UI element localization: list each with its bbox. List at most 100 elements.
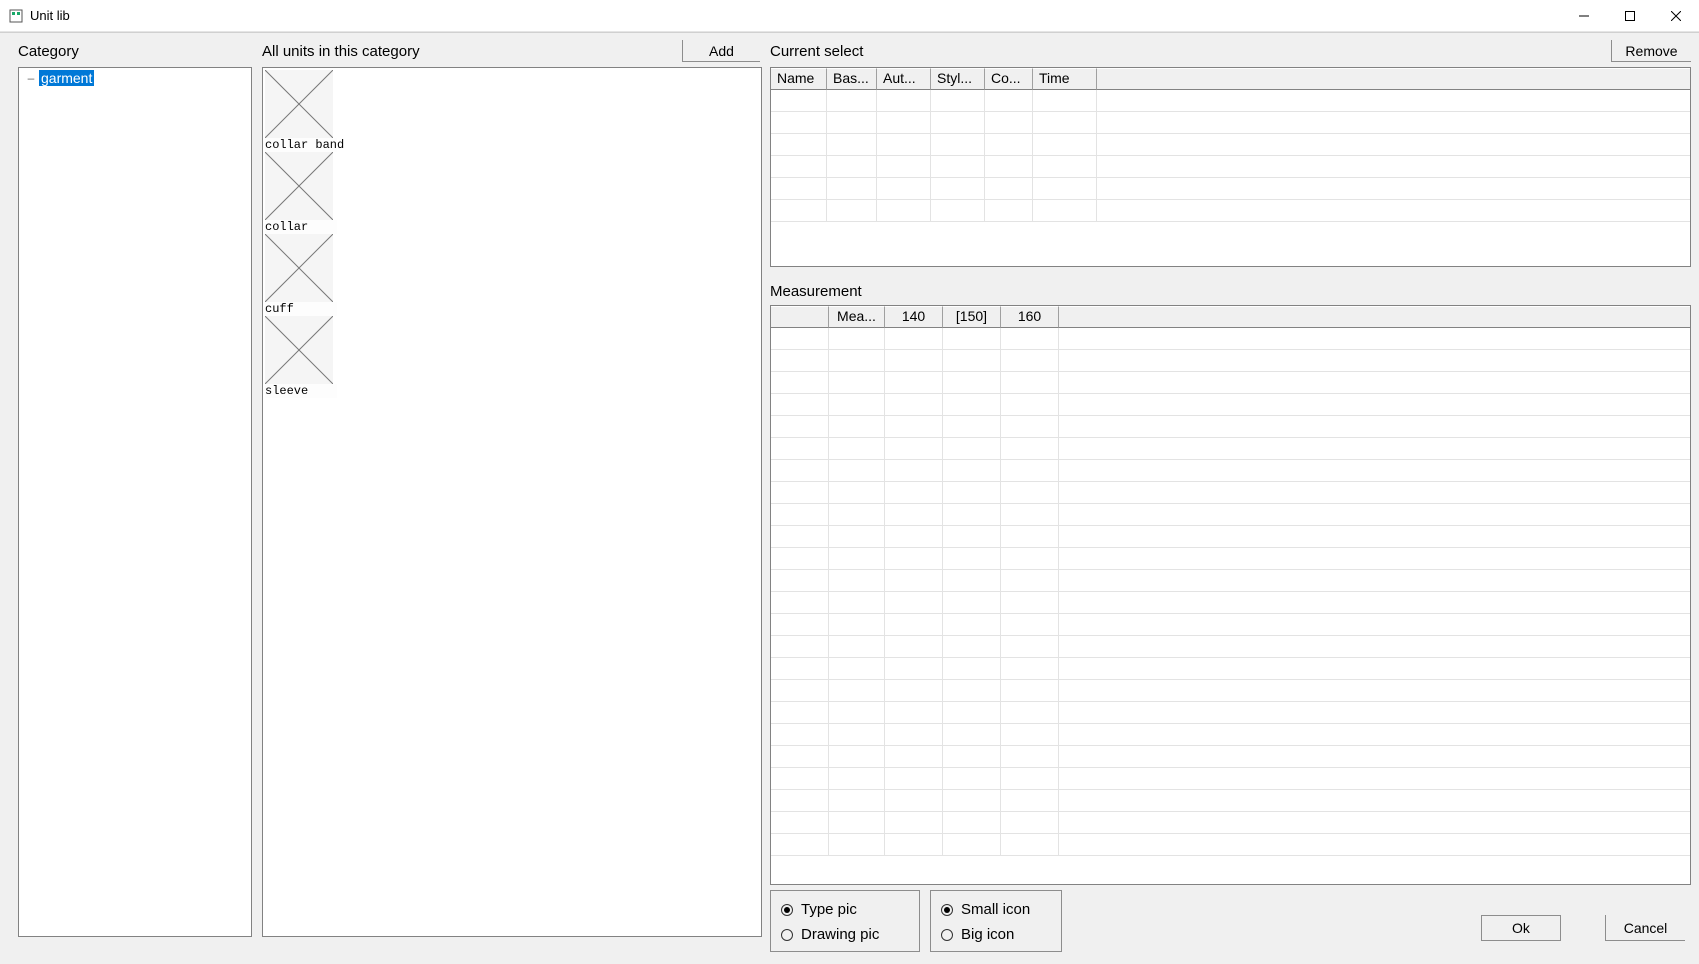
- table-row[interactable]: [771, 178, 1690, 200]
- table-row[interactable]: [771, 614, 1690, 636]
- table-cell: [1001, 350, 1059, 371]
- table-cell: [985, 90, 1033, 111]
- table-row[interactable]: [771, 548, 1690, 570]
- table-row[interactable]: [771, 768, 1690, 790]
- column-header[interactable]: Time: [1033, 68, 1097, 90]
- table-row[interactable]: [771, 724, 1690, 746]
- table-row[interactable]: [771, 200, 1690, 222]
- table-row[interactable]: [771, 504, 1690, 526]
- table-cell: [943, 350, 1001, 371]
- remove-button[interactable]: Remove: [1611, 40, 1691, 62]
- table-row[interactable]: [771, 746, 1690, 768]
- table-row[interactable]: [771, 372, 1690, 394]
- column-header[interactable]: [150]: [943, 306, 1001, 328]
- table-row[interactable]: [771, 834, 1690, 856]
- table-row[interactable]: [771, 702, 1690, 724]
- unit-item[interactable]: collar band: [265, 70, 337, 152]
- unit-item[interactable]: sleeve: [265, 316, 337, 398]
- current-select-label: Current select: [770, 43, 863, 60]
- table-cell: [829, 570, 885, 591]
- table-row[interactable]: [771, 812, 1690, 834]
- table-row[interactable]: [771, 438, 1690, 460]
- radio-label: Drawing pic: [801, 926, 879, 943]
- close-button[interactable]: [1653, 0, 1699, 32]
- unit-item[interactable]: collar: [265, 152, 337, 234]
- table-row[interactable]: [771, 526, 1690, 548]
- table-row[interactable]: [771, 790, 1690, 812]
- table-row[interactable]: [771, 570, 1690, 592]
- category-label: Category: [18, 43, 79, 60]
- table-row[interactable]: [771, 394, 1690, 416]
- table-cell: [829, 812, 885, 833]
- table-cell: [771, 460, 829, 481]
- column-header[interactable]: Styl...: [931, 68, 985, 90]
- current-select-grid[interactable]: NameBas...Aut...Styl...Co...Time: [770, 67, 1691, 267]
- unit-item[interactable]: cuff: [265, 234, 337, 316]
- radio-option[interactable]: Big icon: [941, 922, 1051, 947]
- table-cell: [985, 178, 1033, 199]
- table-cell: [943, 834, 1001, 855]
- table-row[interactable]: [771, 680, 1690, 702]
- table-cell: [985, 200, 1033, 221]
- table-cell: [885, 746, 943, 767]
- table-cell: [771, 350, 829, 371]
- column-header[interactable]: Mea...: [829, 306, 885, 328]
- table-cell: [771, 526, 829, 547]
- radio-option[interactable]: Small icon: [941, 897, 1051, 922]
- tree-item-label[interactable]: garment: [39, 70, 94, 86]
- column-header[interactable]: Bas...: [827, 68, 877, 90]
- table-cell: [829, 790, 885, 811]
- radio-option[interactable]: Type pic: [781, 897, 909, 922]
- radio-label: Big icon: [961, 926, 1014, 943]
- table-row[interactable]: [771, 112, 1690, 134]
- table-row[interactable]: [771, 658, 1690, 680]
- maximize-button[interactable]: [1607, 0, 1653, 32]
- column-header[interactable]: Name: [771, 68, 827, 90]
- table-cell: [771, 702, 829, 723]
- add-button[interactable]: Add: [682, 40, 760, 62]
- cancel-button[interactable]: Cancel: [1605, 915, 1685, 941]
- table-cell: [829, 350, 885, 371]
- table-row[interactable]: [771, 350, 1690, 372]
- column-header[interactable]: [771, 306, 829, 328]
- table-cell: [1001, 636, 1059, 657]
- tree-item[interactable]: –garment: [19, 68, 251, 88]
- dialog-body: Category All units in this category Curr…: [0, 32, 1699, 964]
- radio-icon: [941, 904, 953, 916]
- table-cell: [885, 768, 943, 789]
- table-cell: [771, 134, 827, 155]
- radio-option[interactable]: Drawing pic: [781, 922, 909, 947]
- unit-label: collar: [265, 220, 337, 234]
- units-list[interactable]: collar band collarcuffsleeve: [262, 67, 762, 937]
- table-row[interactable]: [771, 416, 1690, 438]
- table-row[interactable]: [771, 134, 1690, 156]
- column-header[interactable]: Aut...: [877, 68, 931, 90]
- column-header[interactable]: Co...: [985, 68, 1033, 90]
- table-cell: [885, 570, 943, 591]
- placeholder-icon: [265, 70, 333, 138]
- table-cell: [1033, 90, 1097, 111]
- table-cell: [985, 156, 1033, 177]
- table-row[interactable]: [771, 328, 1690, 350]
- table-row[interactable]: [771, 592, 1690, 614]
- table-cell: [885, 636, 943, 657]
- category-tree[interactable]: –garment: [18, 67, 252, 937]
- table-row[interactable]: [771, 460, 1690, 482]
- table-cell: [829, 702, 885, 723]
- table-row[interactable]: [771, 156, 1690, 178]
- placeholder-icon: [265, 152, 333, 220]
- ok-button[interactable]: Ok: [1481, 915, 1561, 941]
- measurement-grid[interactable]: Mea...140[150]160: [770, 305, 1691, 885]
- table-row[interactable]: [771, 636, 1690, 658]
- table-cell: [827, 112, 877, 133]
- minimize-button[interactable]: [1561, 0, 1607, 32]
- column-header[interactable]: 160: [1001, 306, 1059, 328]
- tree-toggle-icon[interactable]: –: [25, 71, 37, 85]
- table-cell: [771, 200, 827, 221]
- window-title: Unit lib: [30, 8, 70, 23]
- column-header[interactable]: 140: [885, 306, 943, 328]
- table-cell: [885, 790, 943, 811]
- table-row[interactable]: [771, 90, 1690, 112]
- table-row[interactable]: [771, 482, 1690, 504]
- table-cell: [1001, 394, 1059, 415]
